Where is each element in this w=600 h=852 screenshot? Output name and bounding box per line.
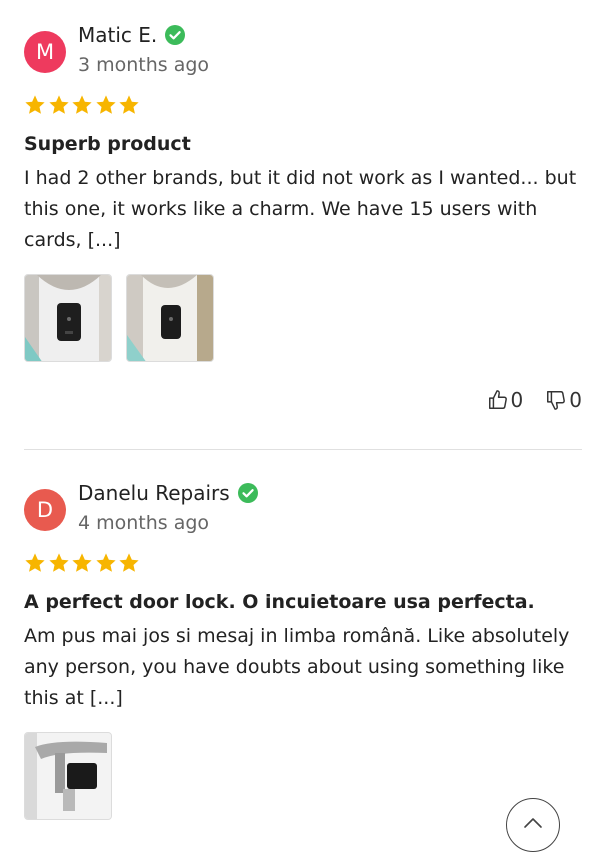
scroll-to-top-button[interactable] — [506, 798, 560, 852]
reviewer-info: Danelu Repairs 4 months ago — [78, 478, 258, 538]
review-date: 3 months ago — [78, 54, 210, 76]
review-header: M Matic E. 3 months ago — [24, 20, 582, 80]
review-photo-thumbnail[interactable] — [126, 274, 214, 362]
star-icon — [118, 94, 140, 116]
review-body: I had 2 other brands, but it did not wor… — [24, 167, 577, 251]
thumbs-down-icon — [545, 389, 569, 411]
review-votes: 0 0 — [24, 388, 582, 412]
thumbs-up-icon — [487, 389, 511, 411]
avatar: D — [24, 489, 66, 531]
review-date: 4 months ago — [78, 512, 210, 534]
reviewer-info: Matic E. 3 months ago — [78, 20, 209, 80]
star-icon — [118, 552, 140, 574]
star-icon — [95, 552, 117, 574]
review-card: D Danelu Repairs 4 months ago A perfect … — [24, 478, 582, 820]
review-photos — [24, 274, 582, 362]
review-body: Am pus mai jos si mesaj in limba română.… — [24, 625, 570, 709]
star-icon — [48, 94, 70, 116]
review-title: Superb product — [24, 133, 191, 155]
star-rating — [24, 552, 582, 574]
review-title: A perfect door lock. O incuietoare usa p… — [24, 591, 535, 613]
verified-icon — [165, 25, 186, 45]
dislike-button[interactable]: 0 — [545, 388, 582, 412]
verified-icon — [237, 483, 258, 503]
star-icon — [24, 94, 46, 116]
review-photo-thumbnail[interactable] — [24, 274, 112, 362]
review-photo-thumbnail[interactable] — [24, 732, 112, 820]
review-header: D Danelu Repairs 4 months ago — [24, 478, 582, 538]
reviewer-name: Danelu Repairs — [78, 481, 230, 505]
star-icon — [48, 552, 70, 574]
star-icon — [71, 552, 93, 574]
reviewer-name: Matic E. — [78, 23, 158, 47]
star-icon — [95, 94, 117, 116]
like-count: 0 — [510, 388, 524, 412]
review-divider — [24, 449, 582, 450]
star-icon — [24, 552, 46, 574]
like-button[interactable]: 0 — [487, 388, 524, 412]
chevron-up-icon — [523, 799, 543, 829]
review-photos — [24, 732, 582, 820]
star-rating — [24, 94, 582, 116]
avatar: M — [24, 31, 66, 73]
dislike-count: 0 — [569, 388, 582, 412]
review-card: M Matic E. 3 months ago Superb product I… — [24, 20, 582, 412]
star-icon — [71, 94, 93, 116]
